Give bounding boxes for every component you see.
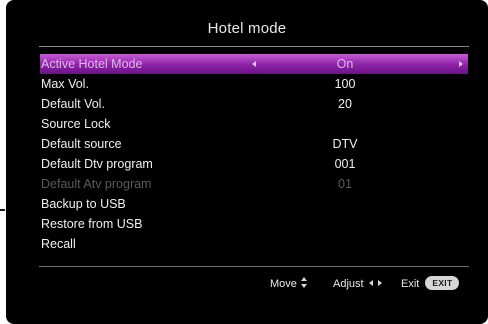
- arrow-left-icon[interactable]: [252, 61, 256, 67]
- menu-list: Active Hotel Mode On Max Vol. 100 Defaul…: [40, 54, 468, 254]
- menu-item-value: 100: [334, 77, 356, 91]
- menu-item-value: 001: [334, 157, 356, 171]
- footer-exit-hint[interactable]: Exit EXIT: [401, 274, 460, 294]
- menu-item-label: Default source: [41, 137, 122, 151]
- menu-item-value: 20: [338, 97, 352, 111]
- menu-item-label: Default Atv program: [41, 177, 152, 191]
- footer-exit-label: Exit: [401, 278, 420, 290]
- menu-item-default-dtv-program[interactable]: Default Dtv program 001: [40, 154, 468, 174]
- menu-item-label: Active Hotel Mode: [41, 57, 143, 71]
- exit-button-icon[interactable]: EXIT: [425, 276, 460, 290]
- menu-item-label: Default Vol.: [41, 97, 105, 111]
- menu-title: Hotel mode: [207, 20, 287, 37]
- menu-item-label: Restore from USB: [41, 217, 143, 231]
- hotel-mode-screen: Hotel mode Active Hotel Mode On Max Vol.…: [6, 0, 488, 324]
- menu-item-value: On: [336, 57, 354, 71]
- menu-item-source-lock[interactable]: Source Lock: [40, 114, 468, 134]
- menu-item-restore-from-usb[interactable]: Restore from USB: [40, 214, 468, 234]
- menu-item-value: DTV: [332, 137, 358, 151]
- menu-item-default-vol[interactable]: Default Vol. 20: [40, 94, 468, 114]
- menu-item-backup-to-usb[interactable]: Backup to USB: [40, 194, 468, 214]
- menu-item-active-hotel-mode[interactable]: Active Hotel Mode On: [40, 54, 468, 74]
- menu-item-label: Backup to USB: [41, 197, 126, 211]
- menu-item-label: Recall: [41, 237, 76, 251]
- footer-adjust-label: Adjust: [333, 278, 364, 290]
- leftright-arrows-icon: [368, 280, 382, 287]
- menu-item-default-source[interactable]: Default source DTV: [40, 134, 468, 154]
- title-divider: [39, 46, 469, 47]
- pointer-line: [0, 209, 5, 211]
- footer-move-hint: Move: [270, 274, 308, 294]
- updown-arrows-icon: [300, 277, 308, 288]
- arrow-right-icon[interactable]: [459, 61, 463, 67]
- menu-item-label: Default Dtv program: [41, 157, 153, 171]
- footer-adjust-hint: Adjust: [333, 274, 382, 294]
- menu-item-label: Max Vol.: [41, 77, 89, 91]
- menu-item-value: 01: [338, 177, 352, 191]
- menu-item-max-vol[interactable]: Max Vol. 100: [40, 74, 468, 94]
- menu-item-label: Source Lock: [41, 117, 111, 131]
- footer-move-label: Move: [270, 278, 297, 290]
- menu-item-recall[interactable]: Recall: [40, 234, 468, 254]
- footer-divider: [39, 266, 469, 267]
- menu-item-default-atv-program: Default Atv program 01: [40, 174, 468, 194]
